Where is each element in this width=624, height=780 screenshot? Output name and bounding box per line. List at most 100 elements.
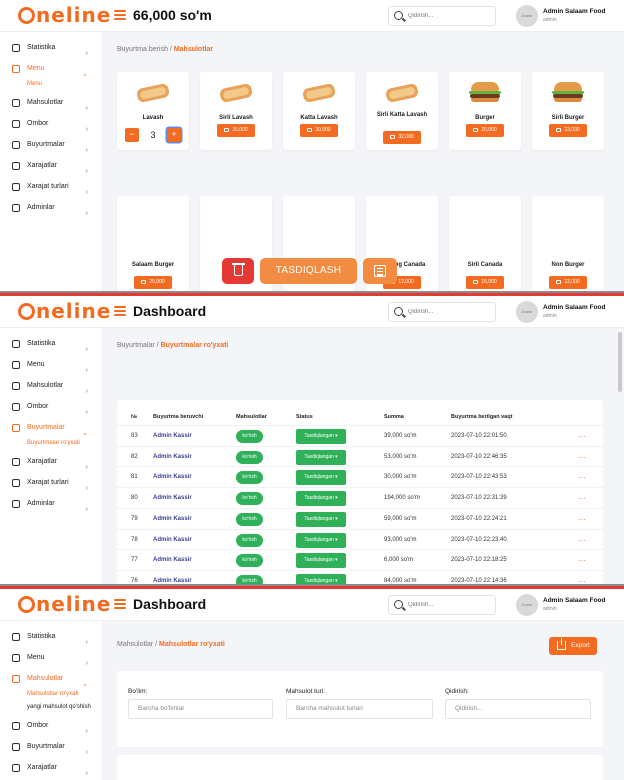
table-row[interactable]: 81 Admin Kassir ko'rish Tasdiqlangan ▾ 30,00… — [117, 466, 603, 487]
avatar[interactable]: Avatar — [516, 5, 538, 27]
sidebar-item-statistika[interactable]: Statistika › — [0, 37, 102, 58]
increment-button[interactable]: + — [167, 128, 181, 142]
export-button[interactable]: Export — [549, 637, 597, 655]
table-row[interactable]: 80 Admin Kassir ko'rish Tasdiqlangan ▾ 194,0… — [117, 487, 603, 508]
product-card[interactable]: Sirli Lavash 35,000 — [200, 72, 272, 150]
product-card[interactable]: Sirli Katta Lavash 32,000 — [366, 72, 438, 150]
sidebar-item-ombor[interactable]: Ombor › — [0, 396, 102, 417]
decrement-button[interactable]: − — [125, 128, 139, 142]
view-items-button[interactable]: ko'rish — [236, 430, 263, 443]
order-list-button[interactable] — [363, 258, 397, 284]
sidebar-item-buyurtmalar[interactable]: Buyurtmalar ⌄ — [0, 417, 102, 438]
more-actions-icon[interactable]: ··· — [578, 447, 586, 468]
add-to-order-button[interactable]: 32,000 — [383, 131, 421, 144]
sidebar-item-xarajatlar[interactable]: Xarajatlar › — [0, 155, 102, 176]
view-items-button[interactable]: ko'rish — [236, 471, 263, 485]
status-dropdown[interactable]: Tasdiqlangan ▾ — [296, 532, 346, 548]
product-card[interactable]: Non Burger 22,000 — [532, 196, 604, 291]
search-input[interactable] — [408, 305, 492, 319]
sidebar-item-xarajat-turlari[interactable]: Xarajat turlari › — [0, 176, 102, 197]
hamburger-menu-icon[interactable] — [114, 599, 126, 609]
sidebar-item-ombor[interactable]: Ombor › — [0, 113, 102, 134]
breadcrumb-parent[interactable]: Mahsulotlar — [117, 641, 153, 648]
avatar[interactable]: Avatar — [516, 594, 538, 616]
add-to-order-button[interactable]: 23,000 — [549, 124, 587, 137]
clear-order-button[interactable] — [222, 258, 254, 284]
category-select[interactable]: Barcha bo'limlar — [128, 699, 273, 719]
search-box[interactable] — [388, 6, 496, 26]
status-dropdown[interactable]: Tasdiqlangan ▾ — [296, 449, 346, 465]
customer-name[interactable]: Admin Kassir — [153, 426, 192, 447]
table-row[interactable]: 76 Admin Kassir ko'rish Tasdiqlangan ▾ 84,00… — [117, 569, 603, 584]
more-actions-icon[interactable]: ··· — [578, 571, 586, 584]
hamburger-menu-icon[interactable] — [114, 306, 126, 316]
sidebar-item-menu[interactable]: Menu › — [0, 354, 102, 375]
customer-name[interactable]: Admin Kassir — [153, 488, 192, 509]
product-card[interactable]: Burger 20,000 — [449, 72, 521, 150]
customer-name[interactable]: Admin Kassir — [153, 467, 192, 488]
view-items-button[interactable]: ko'rish — [236, 533, 263, 547]
more-actions-icon[interactable]: ··· — [578, 530, 586, 551]
sidebar-item-xarajatlar[interactable]: Xarajatlar › — [0, 451, 102, 472]
sidebar-item-mahsulotlar[interactable]: Mahsulotlar › — [0, 375, 102, 396]
more-actions-icon[interactable]: ··· — [578, 509, 586, 530]
sidebar-item-buyurtmalar[interactable]: Buyurtmalar › — [0, 736, 102, 757]
quantity-stepper[interactable]: − 3 + — [125, 128, 181, 142]
hamburger-menu-icon[interactable] — [114, 10, 126, 20]
more-actions-icon[interactable]: ··· — [578, 467, 586, 488]
table-row[interactable]: 77 Admin Kassir ko'rish Tasdiqlangan ▾ 6,000… — [117, 549, 603, 570]
confirm-order-button[interactable]: TASDIQLASH — [260, 258, 357, 284]
status-dropdown[interactable]: Tasdiqlangan ▾ — [296, 429, 346, 444]
table-row[interactable]: 83 Admin Kassir ko'rish Tasdiqlangan ▾ 39,00… — [117, 425, 603, 446]
customer-name[interactable]: Admin Kassir — [153, 530, 192, 551]
table-row[interactable]: 79 Admin Kassir ko'rish Tasdiqlangan ▾ 59,00… — [117, 507, 603, 530]
product-card[interactable]: Katta Lavash 30,000 — [283, 72, 355, 150]
sidebar-item-xarajat-turlari[interactable]: Xarajat turlari › — [0, 472, 102, 493]
product-type-select[interactable]: Barcha mahsulot turlari — [286, 699, 433, 719]
customer-name[interactable]: Admin Kassir — [153, 571, 192, 584]
status-dropdown[interactable]: Tasdiqlangan ▾ — [296, 553, 346, 569]
status-dropdown[interactable]: Tasdiqlangan ▾ — [296, 491, 346, 507]
sidebar-item-ombor[interactable]: Ombor › — [0, 715, 102, 736]
sidebar-item-menu[interactable]: Menu › — [0, 647, 102, 668]
logo[interactable]: neline — [18, 592, 111, 616]
view-items-button[interactable]: ko'rish — [236, 492, 263, 506]
avatar[interactable]: Avatar — [516, 301, 538, 323]
logo[interactable]: neline — [18, 3, 111, 27]
add-to-order-button[interactable]: 22,000 — [549, 276, 587, 289]
product-search-input[interactable]: Qidirish... — [445, 699, 591, 719]
table-row[interactable]: 78 Admin Kassir ko'rish Tasdiqlangan ▾ 93,00… — [117, 528, 603, 551]
view-items-button[interactable]: ko'rish — [236, 574, 263, 584]
sidebar-item-menu[interactable]: Menu ⌄ — [0, 58, 102, 79]
more-actions-icon[interactable]: ··· — [578, 550, 586, 571]
sidebar-item-mahsulotlar[interactable]: Mahsulotlar › — [0, 92, 102, 113]
search-input[interactable] — [408, 598, 492, 612]
more-actions-icon[interactable]: ··· — [578, 488, 586, 509]
customer-name[interactable]: Admin Kassir — [153, 509, 192, 530]
breadcrumb-parent[interactable]: Buyurtma berish — [117, 46, 168, 53]
sidebar-item-xarajatlar[interactable]: Xarajatlar › — [0, 757, 102, 778]
view-items-button[interactable]: ko'rish — [236, 450, 263, 464]
search-box[interactable] — [388, 595, 496, 615]
sidebar-subitem[interactable]: yangi mahsulot qo'shish — [0, 702, 102, 715]
add-to-order-button[interactable]: 20,000 — [466, 124, 504, 137]
view-items-button[interactable]: ko'rish — [236, 554, 263, 568]
search-box[interactable] — [388, 302, 496, 322]
customer-name[interactable]: Admin Kassir — [153, 550, 192, 571]
search-input[interactable] — [408, 9, 492, 23]
sidebar-item-adminlar[interactable]: Adminlar › — [0, 493, 102, 514]
sidebar-item-buyurtmalar[interactable]: Buyurtmalar › — [0, 134, 102, 155]
add-to-order-button[interactable]: 30,000 — [300, 124, 338, 137]
sidebar-item-statistika[interactable]: Statistika › — [0, 626, 102, 647]
more-actions-icon[interactable]: ··· — [578, 426, 586, 447]
add-to-order-button[interactable]: 15,000 — [466, 276, 504, 289]
customer-name[interactable]: Admin Kassir — [153, 447, 192, 468]
sidebar-item-adminlar[interactable]: Adminlar › — [0, 197, 102, 218]
add-to-order-button[interactable]: 25,000 — [134, 276, 172, 289]
status-dropdown[interactable]: Tasdiqlangan ▾ — [296, 470, 346, 486]
logo[interactable]: neline — [18, 299, 111, 323]
product-card[interactable]: Sirli Canada 15,000 — [449, 196, 521, 291]
add-to-order-button[interactable]: 35,000 — [217, 124, 255, 137]
sidebar-item-statistika[interactable]: Statistika › — [0, 333, 102, 354]
sidebar-item-mahsulotlar[interactable]: Mahsulotlar ⌄ — [0, 668, 102, 689]
